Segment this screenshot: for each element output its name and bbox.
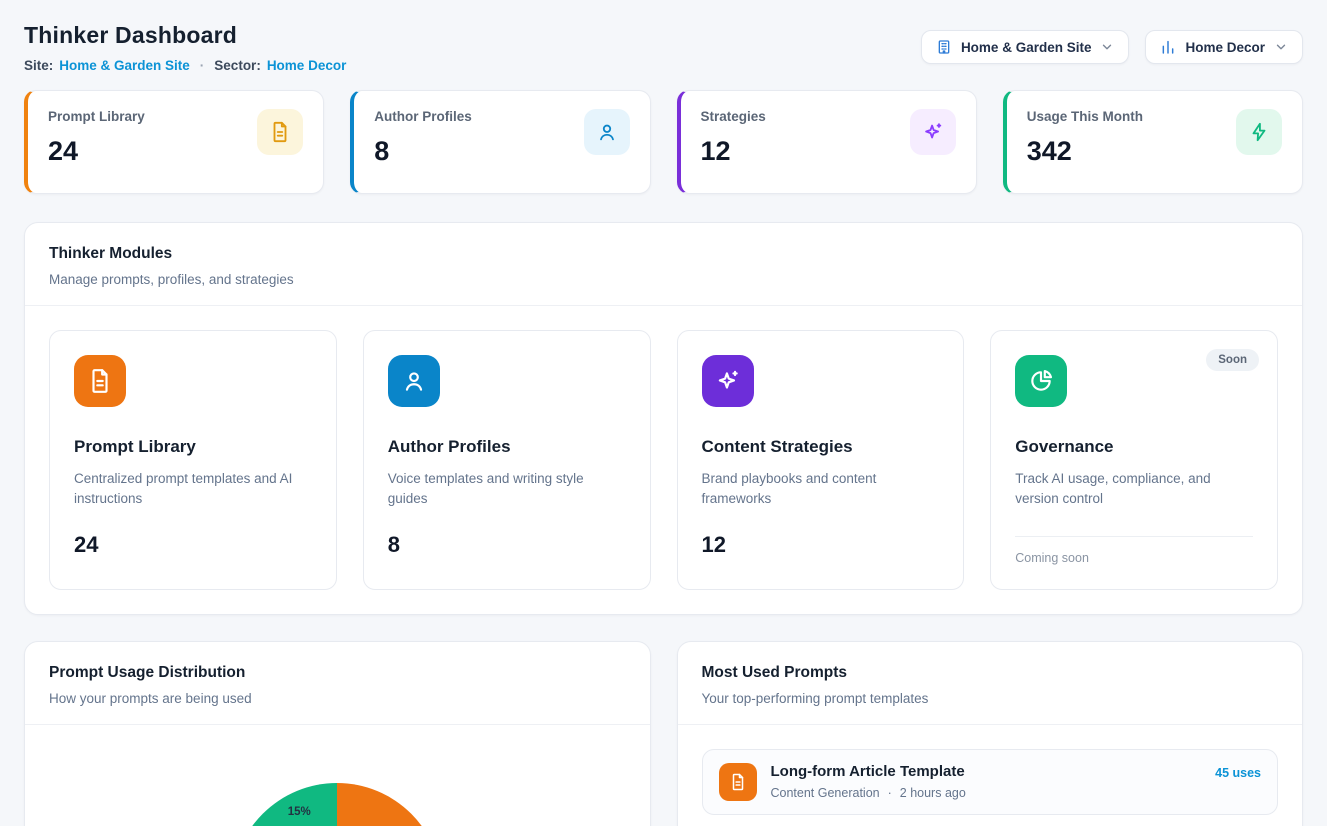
page-header: Thinker Dashboard Site: Home & Garden Si… — [0, 0, 1327, 73]
file-text-icon — [719, 763, 757, 801]
separator-dot: · — [200, 58, 205, 73]
module-card-governance[interactable]: Soon Governance Track AI usage, complian… — [990, 330, 1278, 590]
module-title: Governance — [1015, 437, 1253, 457]
usage-title: Prompt Usage Distribution — [49, 664, 626, 682]
chevron-down-icon — [1100, 40, 1114, 54]
building-icon — [936, 39, 952, 55]
file-text-icon — [74, 355, 126, 407]
user-icon — [584, 109, 630, 155]
module-title: Content Strategies — [702, 437, 940, 457]
file-text-icon — [257, 109, 303, 155]
module-title: Prompt Library — [74, 437, 312, 457]
module-description: Voice templates and writing style guides — [388, 469, 626, 510]
prompt-item-meta: Content Generation · 2 hours ago — [771, 786, 1202, 800]
chevron-down-icon — [1274, 40, 1288, 54]
sector-label: Sector: — [214, 58, 261, 73]
stat-value: 342 — [1027, 136, 1143, 167]
breadcrumb: Site: Home & Garden Site · Sector: Home … — [24, 58, 346, 73]
sector-selector-label: Home Decor — [1185, 40, 1265, 55]
most-used-subtitle: Your top-performing prompt templates — [702, 691, 1279, 706]
sparkle-icon — [702, 355, 754, 407]
modules-title: Thinker Modules — [49, 245, 1278, 263]
module-card-content-strategies[interactable]: Content Strategies Brand playbooks and c… — [677, 330, 965, 590]
usage-subtitle: How your prompts are being used — [49, 691, 626, 706]
thinker-modules-panel: Thinker Modules Manage prompts, profiles… — [24, 222, 1303, 615]
most-used-header: Most Used Prompts Your top-performing pr… — [678, 642, 1303, 725]
module-description: Track AI usage, compliance, and version … — [1015, 469, 1253, 510]
module-count: 8 — [388, 532, 626, 558]
donut-slice-label: 15% — [288, 806, 311, 818]
site-link[interactable]: Home & Garden Site — [59, 58, 190, 73]
prompt-list-item[interactable]: Long-form Article Template Content Gener… — [702, 749, 1279, 815]
most-used-title: Most Used Prompts — [702, 664, 1279, 682]
page-title: Thinker Dashboard — [24, 22, 346, 49]
prompt-category: Content Generation — [771, 786, 880, 800]
bar-chart-icon — [1160, 39, 1176, 55]
module-card-prompt-library[interactable]: Prompt Library Centralized prompt templa… — [49, 330, 337, 590]
module-count: 24 — [74, 532, 312, 558]
lightning-icon — [1236, 109, 1282, 155]
prompt-time: 2 hours ago — [900, 786, 966, 800]
site-label: Site: — [24, 58, 53, 73]
module-description: Brand playbooks and content frameworks — [702, 469, 940, 510]
stat-label: Author Profiles — [374, 109, 472, 124]
title-block: Thinker Dashboard Site: Home & Garden Si… — [24, 22, 346, 73]
prompt-uses-badge: 45 uses — [1215, 766, 1261, 780]
stat-value: 24 — [48, 136, 145, 167]
stat-label: Usage This Month — [1027, 109, 1143, 124]
stat-value: 12 — [701, 136, 766, 167]
module-grid: Prompt Library Centralized prompt templa… — [25, 306, 1302, 614]
header-actions: Home & Garden Site Home Decor — [921, 30, 1303, 64]
stat-label: Strategies — [701, 109, 766, 124]
coming-soon-text: Coming soon — [1015, 536, 1253, 565]
site-selector-dropdown[interactable]: Home & Garden Site — [921, 30, 1130, 64]
dashboard-screen: Thinker Dashboard Site: Home & Garden Si… — [0, 0, 1327, 826]
usage-donut-chart: 15% — [232, 783, 442, 826]
stat-card-usage: Usage This Month 342 — [1003, 90, 1303, 194]
module-description: Centralized prompt templates and AI inst… — [74, 469, 312, 510]
sector-selector-dropdown[interactable]: Home Decor — [1145, 30, 1303, 64]
soon-badge: Soon — [1206, 349, 1259, 371]
bottom-row: Prompt Usage Distribution How your promp… — [24, 641, 1303, 826]
donut-segments — [232, 783, 442, 826]
user-icon — [388, 355, 440, 407]
separator-dot: · — [888, 786, 892, 800]
module-title: Author Profiles — [388, 437, 626, 457]
usage-distribution-panel: Prompt Usage Distribution How your promp… — [24, 641, 651, 826]
prompt-item-title: Long-form Article Template — [771, 763, 1202, 780]
sector-link[interactable]: Home Decor — [267, 58, 347, 73]
stat-card-strategies: Strategies 12 — [677, 90, 977, 194]
module-card-author-profiles[interactable]: Author Profiles Voice templates and writ… — [363, 330, 651, 590]
stat-label: Prompt Library — [48, 109, 145, 124]
most-used-prompts-panel: Most Used Prompts Your top-performing pr… — [677, 641, 1304, 826]
stat-card-author-profiles: Author Profiles 8 — [350, 90, 650, 194]
sparkle-icon — [910, 109, 956, 155]
stat-card-prompt-library: Prompt Library 24 — [24, 90, 324, 194]
modules-header: Thinker Modules Manage prompts, profiles… — [25, 223, 1302, 306]
site-selector-label: Home & Garden Site — [961, 40, 1092, 55]
pie-chart-icon — [1015, 355, 1067, 407]
stat-cards-row: Prompt Library 24 Author Profiles 8 Stra… — [24, 90, 1303, 194]
stat-value: 8 — [374, 136, 472, 167]
module-count: 12 — [702, 532, 940, 558]
usage-header: Prompt Usage Distribution How your promp… — [25, 642, 650, 725]
modules-subtitle: Manage prompts, profiles, and strategies — [49, 272, 1278, 287]
